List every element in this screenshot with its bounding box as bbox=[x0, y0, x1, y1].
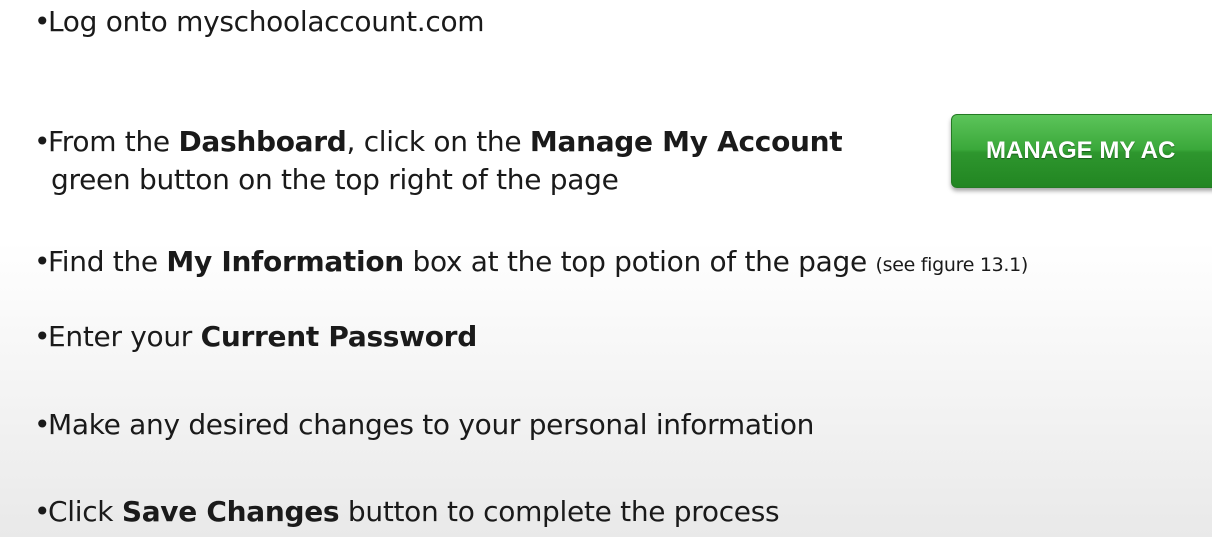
step-text: box at the top potion of the page bbox=[403, 245, 876, 278]
bullet: • bbox=[34, 125, 51, 158]
bullet: • bbox=[34, 320, 51, 353]
step-text: button to complete the process bbox=[339, 495, 780, 528]
step-make-changes: •Make any desired changes to your person… bbox=[34, 406, 814, 444]
current-password-term: Current Password bbox=[200, 320, 478, 353]
my-information-term: My Information bbox=[166, 245, 404, 278]
step-text: From the bbox=[48, 125, 179, 158]
step-text: Log onto myschoolaccount.com bbox=[48, 5, 485, 38]
manage-my-account-term: Manage My Account bbox=[529, 125, 843, 158]
step-save-changes: •Click Save Changes button to complete t… bbox=[34, 493, 780, 531]
step-text: Click bbox=[48, 495, 122, 528]
manage-button-label: MANAGE MY AC bbox=[986, 137, 1176, 164]
manage-my-account-button[interactable]: MANAGE MY AC bbox=[951, 114, 1212, 188]
step-text: Find the bbox=[48, 245, 167, 278]
save-changes-term: Save Changes bbox=[121, 495, 340, 528]
step-log-on: •Log onto myschoolaccount.com bbox=[34, 3, 485, 41]
bullet: • bbox=[34, 408, 51, 441]
step-text: Enter your bbox=[48, 320, 201, 353]
step-text: Make any desired changes to your persona… bbox=[48, 408, 815, 441]
figure-reference: (see figure 13.1) bbox=[875, 254, 1029, 276]
bullet: • bbox=[34, 245, 51, 278]
dashboard-term: Dashboard bbox=[178, 125, 347, 158]
step-continuation: green button on the top right of the pag… bbox=[51, 163, 619, 196]
step-dashboard: •From the Dashboard, click on the Manage… bbox=[34, 123, 843, 199]
bullet: • bbox=[34, 495, 51, 528]
step-my-information: •Find the My Information box at the top … bbox=[34, 243, 1028, 284]
step-current-password: •Enter your Current Password bbox=[34, 318, 477, 356]
bullet: • bbox=[34, 5, 51, 38]
step-text: , click on the bbox=[346, 125, 530, 158]
